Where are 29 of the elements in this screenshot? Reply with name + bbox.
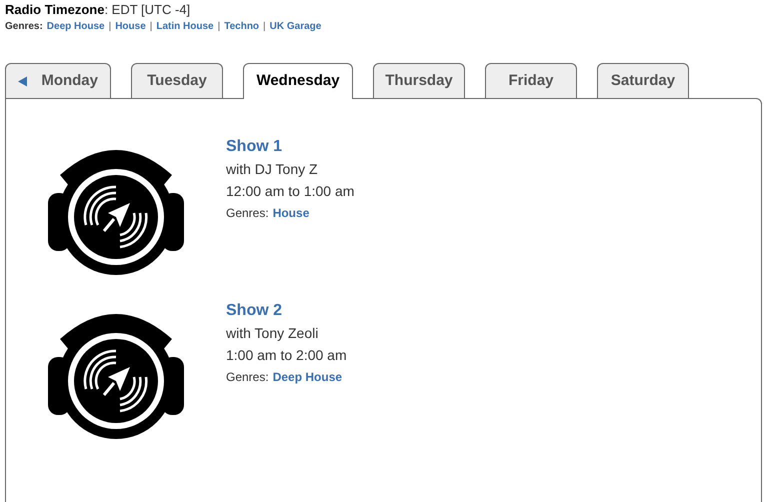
show-host: with DJ Tony Z: [226, 160, 319, 179]
genre-link[interactable]: UK Garage: [270, 20, 322, 34]
timezone-value: : EDT [UTC -4]: [104, 2, 190, 17]
show-title[interactable]: Show 1: [226, 136, 354, 158]
day-tab[interactable]: Tuesday: [131, 63, 223, 98]
show-genres-label: Genres:: [226, 369, 269, 386]
show-genres-label: Genres:: [226, 205, 269, 222]
genres-label: Genres:: [5, 20, 43, 34]
genre-link[interactable]: House: [272, 202, 310, 224]
genre-link[interactable]: House: [115, 20, 146, 34]
genre-link[interactable]: Deep House: [46, 20, 105, 34]
day-tab[interactable]: Wednesday: [243, 63, 353, 99]
day-tab[interactable]: Friday: [485, 63, 577, 98]
separator: |: [263, 20, 266, 34]
show-title[interactable]: Show 2: [226, 300, 347, 322]
show-time: 1:00 am to 2:00 am: [226, 346, 347, 365]
genre-link[interactable]: Latin House: [156, 20, 214, 34]
show-time: 12:00 am to 1:00 am: [226, 182, 354, 201]
day-tab[interactable]: Saturday: [597, 63, 689, 98]
genre-link[interactable]: Deep House: [272, 366, 342, 388]
genre-link[interactable]: Techno: [224, 20, 260, 34]
day-tab[interactable]: Thursday: [373, 63, 465, 98]
separator: |: [108, 20, 112, 34]
prev-arrow-icon: [18, 76, 28, 86]
day-tab[interactable]: Monday: [5, 63, 111, 98]
timezone-label: Radio Timezone: [5, 2, 104, 17]
separator: |: [150, 20, 152, 34]
show-host: with Tony Zeoli: [226, 324, 320, 343]
separator: |: [218, 20, 220, 34]
